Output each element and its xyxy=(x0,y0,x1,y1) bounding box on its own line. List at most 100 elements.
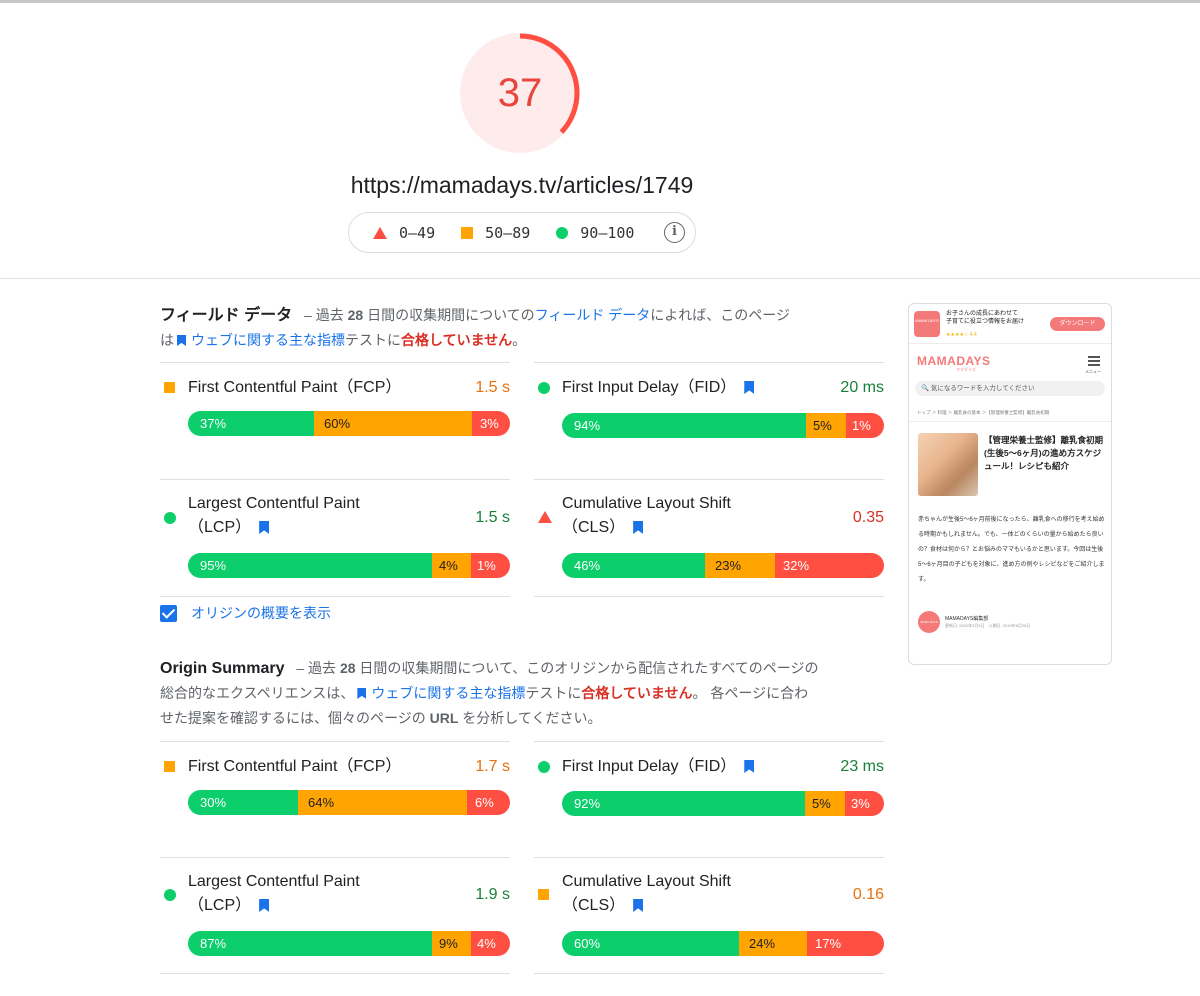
metric-name-text: Cumulative Layout Shift xyxy=(562,873,731,890)
metric-name-text: Largest Contentful Paint xyxy=(188,495,360,512)
metric-name: Largest Contentful Paint （LCP） xyxy=(188,870,360,918)
origin-text: 。 各ページに合わ xyxy=(692,685,809,701)
circle-icon xyxy=(164,512,176,524)
distribution-bar: 30% 64% 6% xyxy=(188,790,510,815)
page-screenshot-thumbnail: MAMA DAYS お子さんの成長にあわせて 子育てに役立つ情報をお届け ★★★★… xyxy=(908,303,1112,665)
poor-segment: 6% xyxy=(467,790,510,815)
bookmark-icon xyxy=(259,521,270,534)
origin-url-word: URL xyxy=(429,710,459,726)
metric-value: 1.9 s xyxy=(475,886,510,903)
checkbox-label[interactable]: オリジンの概要を表示 xyxy=(191,603,331,623)
square-icon xyxy=(164,382,175,393)
analyzed-url: https://mamadays.tv/articles/1749 xyxy=(350,172,694,198)
banner-line: 子育てに役立つ情報をお届け xyxy=(946,319,1025,325)
origin-summary-description: Origin Summary – 過去 28 日間の収集期間について、このオリジ… xyxy=(160,656,840,731)
origin-metric-cls: Cumulative Layout Shift （CLS） 0.16 60% 24… xyxy=(534,857,884,973)
field-text: は xyxy=(160,332,174,348)
core-web-vitals-link[interactable]: ウェブに関する主な指標 xyxy=(191,332,345,348)
checkbox-checked-icon[interactable] xyxy=(160,604,177,622)
metric-name-text: Cumulative Layout Shift xyxy=(562,495,731,512)
field-metric-lcp: Largest Contentful Paint （LCP） 1.5 s 95% … xyxy=(160,479,510,596)
bookmark-icon xyxy=(259,899,270,912)
average-segment: 60% xyxy=(314,411,472,436)
origin-text: 日間の収集期間について、このオリジンから配信されたすべてのページの xyxy=(359,660,819,676)
bookmark-icon xyxy=(357,688,367,699)
origin-text: – 過去 xyxy=(296,660,337,676)
average-segment: 5% xyxy=(806,413,846,438)
square-icon xyxy=(164,761,175,772)
circle-icon xyxy=(538,382,550,394)
bookmark-icon xyxy=(633,899,644,912)
distribution-bar: 95% 4% 1% xyxy=(188,553,510,578)
metric-name-abbr: （CLS） xyxy=(562,897,626,914)
good-segment: 37% xyxy=(188,411,314,436)
distribution-bar: 87% 9% 4% xyxy=(188,931,510,956)
distribution-bar: 60% 24% 17% xyxy=(562,931,884,956)
legend-good-label: 90–100 xyxy=(580,223,635,242)
performance-score-gauge: 37 xyxy=(459,32,583,156)
core-web-vitals-link[interactable]: ウェブに関する主な指標 xyxy=(371,685,525,701)
app-banner-text: お子さんの成長にあわせて 子育てに役立つ情報をお届け xyxy=(946,310,1024,326)
banner-line: お子さんの成長にあわせて xyxy=(946,311,1019,317)
article-dates: 更新日: 2020年3月5日 公開日: 2019年6月26日 xyxy=(945,623,1031,628)
app-banner: MAMA DAYS お子さんの成長にあわせて 子育てに役立つ情報をお届け ★★★★… xyxy=(909,304,1111,344)
average-segment: 9% xyxy=(432,931,471,956)
circle-icon xyxy=(556,226,569,239)
hamburger-menu-icon xyxy=(1088,356,1100,368)
average-segment: 24% xyxy=(739,931,807,956)
poor-segment: 17% xyxy=(807,931,884,956)
rating-stars: ★★★★☆ 4.4 xyxy=(946,332,977,338)
metric-value: 23 ms xyxy=(840,758,884,775)
metric-name-abbr: （LCP） xyxy=(188,519,252,536)
metric-name: First Contentful Paint（FCP） xyxy=(188,758,402,775)
field-data-description: フィールド データ – 過去 28 日間の収集期間についてのフィールド データに… xyxy=(160,303,840,353)
origin-metric-fid: First Input Delay（FID） 23 ms 92% 5% 3% xyxy=(534,741,884,857)
poor-segment: 3% xyxy=(472,411,510,436)
metric-name: First Input Delay（FID） xyxy=(562,755,759,779)
bookmark-icon xyxy=(744,760,755,773)
bookmark-icon xyxy=(633,521,644,534)
distribution-bar: 46% 23% 32% xyxy=(562,553,884,578)
site-logo-sub: ママデイズ xyxy=(956,367,976,372)
menu-label: メニュー xyxy=(1085,369,1101,374)
article-thumbnail-image xyxy=(918,433,978,496)
legend-average: 50–89 xyxy=(461,224,530,242)
field-data-link[interactable]: フィールド データ xyxy=(535,307,651,323)
metric-value: 20 ms xyxy=(840,379,884,396)
average-segment: 5% xyxy=(805,791,845,816)
site-breadcrumb: トップ ＞ 料理 ＞ 離乳食の基本 ＞【管理栄養士監修】離乳食初期 xyxy=(917,410,1050,415)
divider-line xyxy=(160,973,510,974)
metric-value: 1.5 s xyxy=(475,379,510,396)
bookmark-icon xyxy=(744,381,755,394)
metric-name-abbr: （LCP） xyxy=(188,897,252,914)
top-border xyxy=(0,0,1200,3)
field-text: 日間の収集期間についての xyxy=(367,307,535,323)
field-text: テストに xyxy=(345,332,401,348)
article-title: 【管理栄養士監修】離乳食初期(生後5～6ヶ月)の進め方スケジュール！レシピも紹介 xyxy=(984,435,1104,471)
metric-name-abbr: （CLS） xyxy=(562,519,626,536)
good-segment: 92% xyxy=(562,791,805,816)
site-search-bar: 🔍 気になるワードを入力してください xyxy=(915,381,1105,396)
field-data-heading: フィールド データ xyxy=(160,307,293,324)
info-icon[interactable]: i xyxy=(664,222,685,243)
divider-line xyxy=(909,421,1111,422)
field-text: 。 xyxy=(512,332,527,348)
metric-value: 0.16 xyxy=(852,886,884,903)
good-segment: 46% xyxy=(562,553,705,578)
download-button: ダウンロード xyxy=(1050,317,1105,331)
poor-segment: 3% xyxy=(845,791,884,816)
metric-name-text: Largest Contentful Paint xyxy=(188,873,360,890)
metric-value: 1.7 s xyxy=(475,758,510,775)
origin-text: 総合的なエクスペリエンスは、 xyxy=(160,685,355,701)
origin-text: テストに xyxy=(525,685,582,701)
metric-name-text: First Input Delay（FID） xyxy=(562,758,737,775)
origin-text: せた提案を確認するには、個々のページの xyxy=(160,710,426,726)
field-days: 28 xyxy=(347,307,364,323)
triangle-icon xyxy=(373,226,387,239)
metric-name: Cumulative Layout Shift （CLS） xyxy=(562,492,731,540)
show-origin-summary-checkbox[interactable]: オリジンの概要を表示 xyxy=(160,603,331,623)
fail-status: 合格していません xyxy=(581,685,693,701)
good-segment: 95% xyxy=(188,553,432,578)
score-legend: 0–49 50–89 90–100 i xyxy=(348,212,696,253)
metric-value: 1.5 s xyxy=(475,509,510,526)
